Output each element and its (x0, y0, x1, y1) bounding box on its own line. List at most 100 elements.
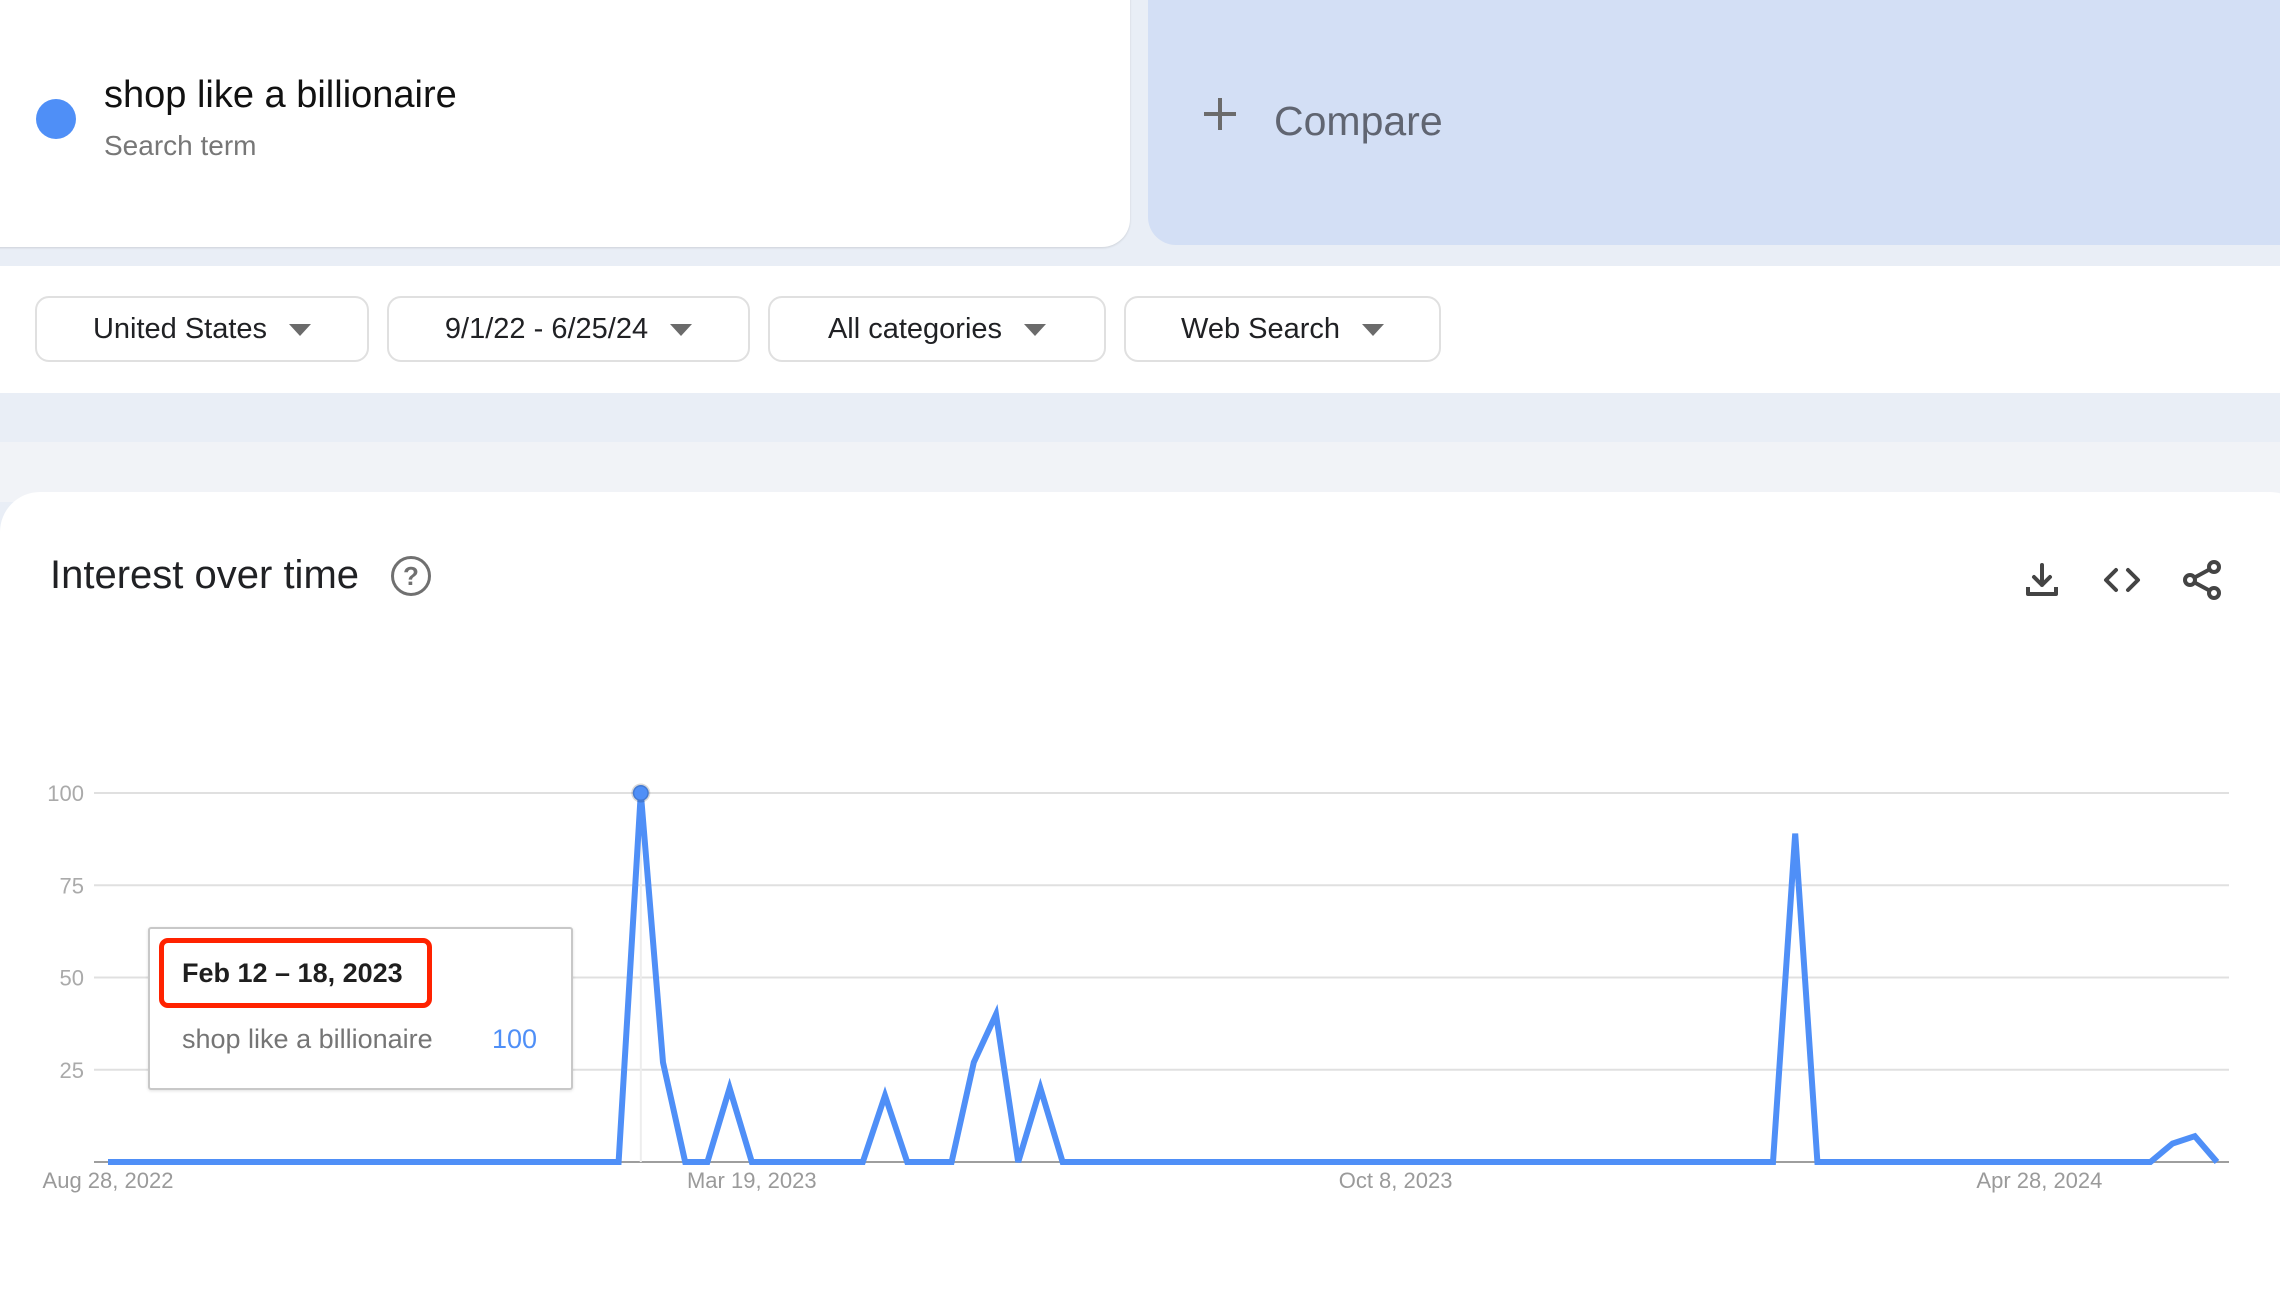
data-point (1437, 1159, 1443, 1165)
data-point (1814, 1159, 1820, 1165)
data-point (549, 1159, 555, 1165)
x-tick-label: Apr 28, 2024 (1976, 1168, 2102, 1193)
data-point (926, 1159, 932, 1165)
y-axis-ticks: 25 50 75 100 (47, 781, 84, 1083)
x-tick-label: Mar 19, 2023 (687, 1168, 817, 1193)
data-point (2059, 1159, 2065, 1165)
data-point (1548, 1159, 1554, 1165)
data-point (416, 1159, 422, 1165)
data-point (1837, 1159, 1843, 1165)
data-point (1104, 1159, 1110, 1165)
data-point (1082, 1159, 1088, 1165)
data-point (616, 1159, 622, 1165)
data-point (371, 1159, 377, 1165)
data-point (1060, 1159, 1066, 1165)
data-point (660, 1059, 666, 1065)
data-point (1726, 1159, 1732, 1165)
data-point (172, 1159, 178, 1165)
data-point (1570, 1159, 1576, 1165)
data-point (1126, 1159, 1132, 1165)
data-point (1237, 1159, 1243, 1165)
x-axis-ticks: Aug 28, 2022 Mar 19, 2023 Oct 8, 2023 Apr 2… (43, 1168, 2103, 1193)
data-point (1282, 1159, 1288, 1165)
y-tick-label: 25 (60, 1058, 84, 1083)
data-point (305, 1159, 311, 1165)
data-point (2036, 1159, 2042, 1165)
data-point (260, 1159, 266, 1165)
data-point (1792, 831, 1798, 837)
data-point (593, 1159, 599, 1165)
tooltip-date: Feb 12 – 18, 2023 (182, 958, 403, 988)
data-point (815, 1159, 821, 1165)
data-point (1925, 1159, 1931, 1165)
data-point (2214, 1159, 2220, 1165)
data-point (704, 1159, 710, 1165)
data-point (327, 1159, 333, 1165)
data-point (1148, 1159, 1154, 1165)
tooltip-series-name: shop like a billionaire (182, 1024, 433, 1054)
data-point (1304, 1159, 1310, 1165)
data-point (571, 1159, 577, 1165)
data-point (838, 1159, 844, 1165)
data-point (216, 1159, 222, 1165)
data-point (238, 1159, 244, 1165)
data-point (1748, 1159, 1754, 1165)
data-point (127, 1159, 133, 1165)
data-point (2014, 1159, 2020, 1165)
data-point (1703, 1159, 1709, 1165)
data-point (904, 1159, 910, 1165)
data-point (1037, 1085, 1043, 1091)
y-tick-label: 50 (60, 966, 84, 991)
data-point (2192, 1133, 2198, 1139)
data-point (860, 1159, 866, 1165)
data-point (1193, 1159, 1199, 1165)
data-point (2147, 1159, 2153, 1165)
data-point (771, 1159, 777, 1165)
data-point (349, 1159, 355, 1165)
data-point (1592, 1159, 1598, 1165)
data-point (1348, 1159, 1354, 1165)
data-point (438, 1159, 444, 1165)
data-point (2103, 1159, 2109, 1165)
data-point (1215, 1159, 1221, 1165)
data-point (482, 1159, 488, 1165)
data-point (283, 1159, 289, 1165)
data-point (1637, 1159, 1643, 1165)
tooltip-value: 100 (492, 1024, 538, 1054)
data-point (749, 1159, 755, 1165)
data-point (2125, 1159, 2131, 1165)
data-point (1259, 1159, 1265, 1165)
data-point (1615, 1159, 1621, 1165)
highlighted-data-point (631, 783, 651, 803)
data-point (1903, 1159, 1909, 1165)
data-point (1948, 1159, 1954, 1165)
data-point (505, 1159, 511, 1165)
data-point (1770, 1159, 1776, 1165)
data-point (882, 1093, 888, 1099)
data-point (2081, 1159, 2087, 1165)
data-point (1681, 1159, 1687, 1165)
data-point (727, 1085, 733, 1091)
data-point (1881, 1159, 1887, 1165)
data-point (971, 1059, 977, 1065)
data-point (949, 1159, 955, 1165)
data-point (2170, 1141, 2176, 1147)
x-tick-label: Oct 8, 2023 (1339, 1168, 1453, 1193)
data-point (1459, 1159, 1465, 1165)
data-point (1992, 1159, 1998, 1165)
data-point (1526, 1159, 1532, 1165)
data-point (1859, 1159, 1865, 1165)
data-point (1015, 1159, 1021, 1165)
data-point (1659, 1159, 1665, 1165)
data-point (1504, 1159, 1510, 1165)
data-point (1415, 1159, 1421, 1165)
data-point (1481, 1159, 1487, 1165)
data-point (1370, 1159, 1376, 1165)
y-tick-label: 100 (47, 781, 84, 806)
data-point (1171, 1159, 1177, 1165)
data-point (194, 1159, 200, 1165)
data-point (993, 1011, 999, 1017)
x-tick-label: Aug 28, 2022 (43, 1168, 174, 1193)
data-point (460, 1159, 466, 1165)
data-point (105, 1159, 111, 1165)
